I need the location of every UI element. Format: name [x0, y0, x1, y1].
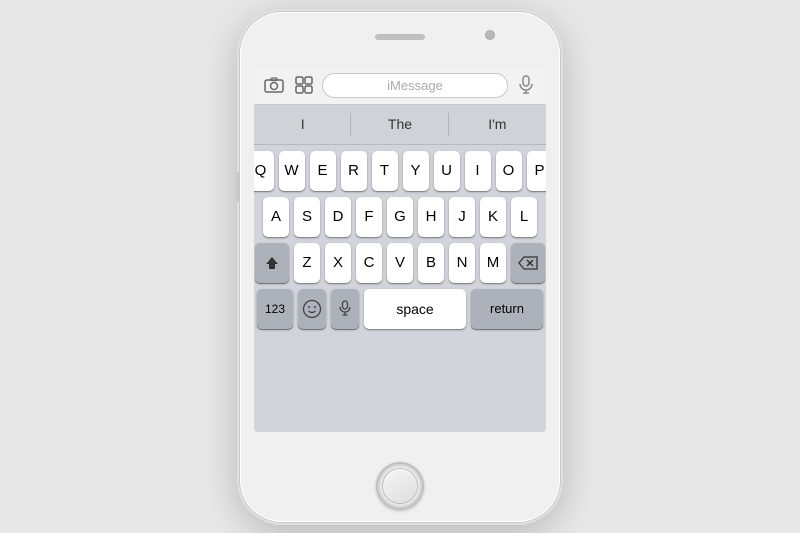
microphone-icon[interactable] [514, 73, 538, 97]
key-w[interactable]: W [279, 151, 305, 191]
delete-key[interactable] [511, 243, 545, 283]
key-i[interactable]: I [465, 151, 491, 191]
key-u[interactable]: U [434, 151, 460, 191]
side-button [236, 172, 240, 202]
phone-device: iMessage I The I'm ‹ [240, 12, 560, 522]
key-row-1: Q W E R T Y U I O P [257, 151, 543, 191]
shift-key[interactable] [255, 243, 289, 283]
key-d[interactable]: D [325, 197, 351, 237]
key-h[interactable]: H [418, 197, 444, 237]
predictive-item-i[interactable]: I [254, 105, 351, 144]
key-s[interactable]: S [294, 197, 320, 237]
key-row-bottom: 123 [257, 289, 543, 329]
key-m[interactable]: M [480, 243, 506, 283]
key-k[interactable]: K [480, 197, 506, 237]
predictive-item-the[interactable]: The [351, 105, 448, 144]
key-b[interactable]: B [418, 243, 444, 283]
key-row-3: Z X C V B N M [257, 243, 543, 283]
num-key[interactable]: 123 [257, 289, 293, 329]
camera [485, 30, 495, 40]
space-key[interactable]: space [364, 289, 466, 329]
predictive-bar: I The I'm [254, 105, 546, 145]
key-r[interactable]: R [341, 151, 367, 191]
key-y[interactable]: Y [403, 151, 429, 191]
key-c[interactable]: C [356, 243, 382, 283]
key-z[interactable]: Z [294, 243, 320, 283]
key-e[interactable]: E [310, 151, 336, 191]
return-key[interactable]: return [471, 289, 543, 329]
message-input[interactable]: iMessage [322, 73, 508, 98]
key-t[interactable]: T [372, 151, 398, 191]
apps-icon[interactable] [292, 73, 316, 97]
key-j[interactable]: J [449, 197, 475, 237]
key-o[interactable]: O [496, 151, 522, 191]
key-g[interactable]: G [387, 197, 413, 237]
predictive-item-im[interactable]: I'm [449, 105, 546, 144]
key-n[interactable]: N [449, 243, 475, 283]
emoji-key[interactable] [298, 289, 326, 329]
keyboard-mic-key[interactable] [331, 289, 359, 329]
key-x[interactable]: X [325, 243, 351, 283]
key-f[interactable]: F [356, 197, 382, 237]
home-button[interactable] [376, 462, 424, 510]
key-q[interactable]: Q [254, 151, 274, 191]
keyboard: Q W E R T Y U I O P A S D F G [254, 145, 546, 432]
key-l[interactable]: L [511, 197, 537, 237]
camera-icon[interactable] [262, 73, 286, 97]
message-toolbar: iMessage [254, 67, 546, 105]
key-a[interactable]: A [263, 197, 289, 237]
phone-screen: iMessage I The I'm ‹ [254, 67, 546, 432]
key-row-2: A S D F G H J K L [257, 197, 543, 237]
home-button-inner [382, 468, 418, 504]
phone-body: iMessage I The I'm ‹ [240, 12, 560, 522]
key-p[interactable]: P [527, 151, 547, 191]
key-v[interactable]: V [387, 243, 413, 283]
speaker [375, 34, 425, 40]
